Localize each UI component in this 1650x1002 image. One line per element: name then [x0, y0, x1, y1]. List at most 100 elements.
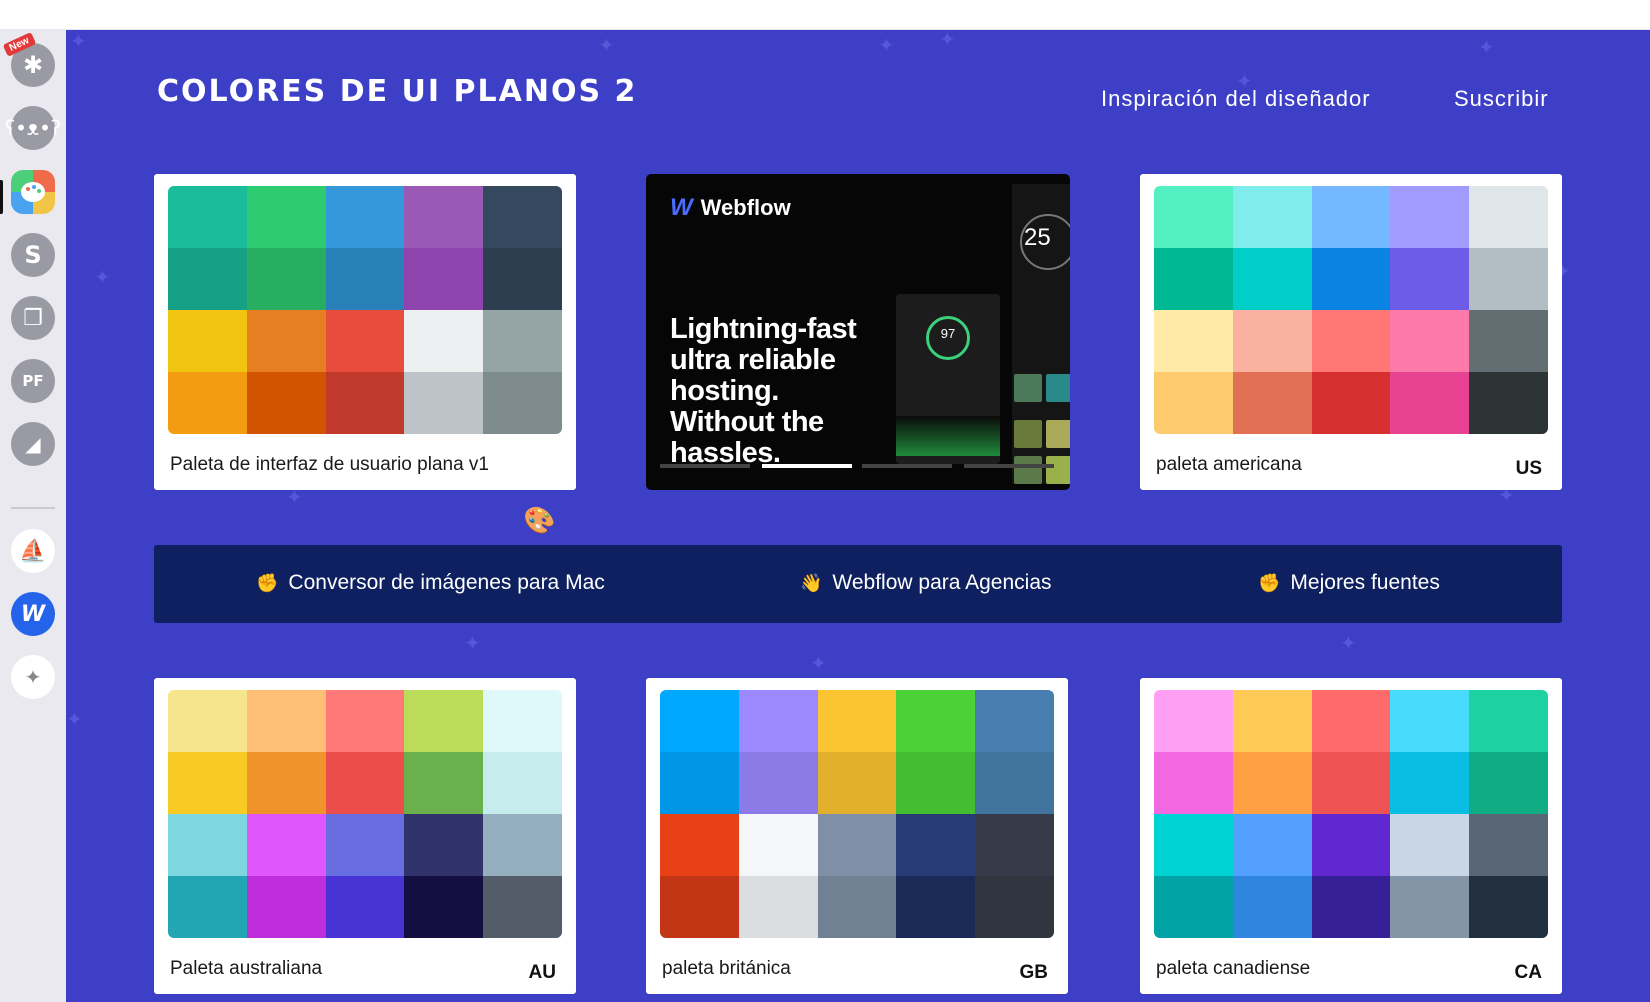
color-swatch[interactable]: [246, 752, 326, 814]
color-swatch[interactable]: [1469, 876, 1548, 938]
color-swatch[interactable]: [483, 690, 562, 752]
color-swatch[interactable]: [738, 752, 818, 814]
webflow-app-icon[interactable]: W: [11, 592, 55, 636]
color-swatch[interactable]: [1232, 752, 1312, 814]
color-swatch[interactable]: [483, 752, 562, 814]
color-swatch[interactable]: [1154, 310, 1233, 372]
color-swatch[interactable]: [1154, 186, 1233, 248]
nav-link-designer-inspiration[interactable]: Inspiración del diseñador: [1101, 86, 1371, 112]
add-app-icon[interactable]: ✦: [11, 655, 55, 699]
color-swatch[interactable]: [325, 186, 405, 248]
color-swatch[interactable]: [168, 814, 247, 876]
banner-link-image-converter[interactable]: ✊ Conversor de imágenes para Mac: [256, 571, 605, 595]
color-swatch[interactable]: [817, 814, 897, 876]
color-swatch[interactable]: [896, 752, 976, 814]
s-app-icon[interactable]: S: [11, 233, 55, 277]
color-swatch[interactable]: [483, 310, 562, 372]
bear-app-icon[interactable]: ʕ•ᴥ•ʔ: [5, 106, 61, 150]
color-swatch[interactable]: [660, 876, 739, 938]
color-swatch[interactable]: [1390, 248, 1470, 310]
color-swatch[interactable]: [1154, 814, 1233, 876]
color-swatch[interactable]: [1390, 752, 1470, 814]
color-swatch[interactable]: [246, 248, 326, 310]
color-swatch[interactable]: [1232, 310, 1312, 372]
color-swatch[interactable]: [975, 814, 1054, 876]
carousel-indicator[interactable]: [660, 464, 750, 468]
color-swatch[interactable]: [817, 690, 897, 752]
color-swatch[interactable]: [1232, 248, 1312, 310]
color-swatch[interactable]: [738, 814, 818, 876]
color-swatch[interactable]: [1469, 690, 1548, 752]
color-swatch[interactable]: [246, 372, 326, 434]
color-swatch[interactable]: [404, 752, 484, 814]
color-swatch[interactable]: [1311, 310, 1391, 372]
color-swatch[interactable]: [1311, 186, 1391, 248]
color-swatch[interactable]: [325, 690, 405, 752]
color-swatch[interactable]: [1311, 690, 1391, 752]
color-swatch[interactable]: [1390, 186, 1470, 248]
carousel-indicator[interactable]: [964, 464, 1054, 468]
color-swatch[interactable]: [168, 372, 247, 434]
color-swatch[interactable]: [246, 690, 326, 752]
color-swatch[interactable]: [1311, 248, 1391, 310]
color-swatch[interactable]: [325, 814, 405, 876]
carousel-indicator-active[interactable]: [762, 464, 852, 468]
nav-link-subscribe[interactable]: Suscribir: [1454, 86, 1549, 112]
color-swatch[interactable]: [483, 876, 562, 938]
color-swatch[interactable]: [817, 752, 897, 814]
color-swatch[interactable]: [975, 752, 1054, 814]
carousel-indicator[interactable]: [862, 464, 952, 468]
color-swatch[interactable]: [404, 814, 484, 876]
pf-app-icon[interactable]: PF: [11, 359, 55, 403]
color-swatch[interactable]: [246, 814, 326, 876]
color-swatch[interactable]: [896, 876, 976, 938]
color-swatch[interactable]: [660, 690, 739, 752]
color-swatch[interactable]: [1232, 186, 1312, 248]
color-swatch[interactable]: [325, 248, 405, 310]
color-swatch[interactable]: [483, 372, 562, 434]
color-swatch[interactable]: [325, 310, 405, 372]
color-swatch[interactable]: [246, 876, 326, 938]
color-swatch[interactable]: [975, 876, 1054, 938]
color-swatch[interactable]: [246, 186, 326, 248]
color-swatch[interactable]: [1469, 372, 1548, 434]
color-swatch[interactable]: [1154, 248, 1233, 310]
color-swatch[interactable]: [1311, 814, 1391, 876]
color-swatch[interactable]: [404, 186, 484, 248]
color-swatch[interactable]: [1390, 310, 1470, 372]
color-swatch[interactable]: [1154, 752, 1233, 814]
color-swatch[interactable]: [1154, 876, 1233, 938]
color-swatch[interactable]: [660, 752, 739, 814]
color-swatch[interactable]: [483, 814, 562, 876]
color-swatch[interactable]: [1469, 752, 1548, 814]
color-swatch[interactable]: [1154, 690, 1233, 752]
color-swatch[interactable]: [404, 690, 484, 752]
color-swatch[interactable]: [325, 372, 405, 434]
color-swatch[interactable]: [168, 248, 247, 310]
color-swatch[interactable]: [1390, 690, 1470, 752]
palette-card[interactable]: paleta americana US: [1140, 174, 1562, 490]
color-swatch[interactable]: [1469, 248, 1548, 310]
color-swatch[interactable]: [168, 876, 247, 938]
palette-card[interactable]: Paleta de interfaz de usuario plana v1: [154, 174, 576, 490]
palette-card[interactable]: Paleta australiana AU: [154, 678, 576, 994]
color-swatch[interactable]: [896, 690, 976, 752]
color-swatch[interactable]: [738, 690, 818, 752]
color-swatch[interactable]: [1390, 814, 1470, 876]
banner-link-best-fonts[interactable]: ✊ Mejores fuentes: [1258, 571, 1440, 595]
color-swatch[interactable]: [1469, 814, 1548, 876]
color-swatch[interactable]: [1232, 690, 1312, 752]
color-swatch[interactable]: [168, 310, 247, 372]
color-swatch[interactable]: [483, 186, 562, 248]
color-swatch[interactable]: [483, 248, 562, 310]
color-swatch[interactable]: [168, 186, 247, 248]
color-swatch[interactable]: [246, 310, 326, 372]
color-swatch[interactable]: [896, 814, 976, 876]
color-swatch[interactable]: [404, 372, 484, 434]
blimp-app-icon[interactable]: ⛵: [11, 529, 55, 573]
color-swatch[interactable]: [660, 814, 739, 876]
color-swatch[interactable]: [1232, 876, 1312, 938]
color-swatch[interactable]: [325, 876, 405, 938]
color-swatch[interactable]: [325, 752, 405, 814]
color-swatch[interactable]: [1469, 310, 1548, 372]
